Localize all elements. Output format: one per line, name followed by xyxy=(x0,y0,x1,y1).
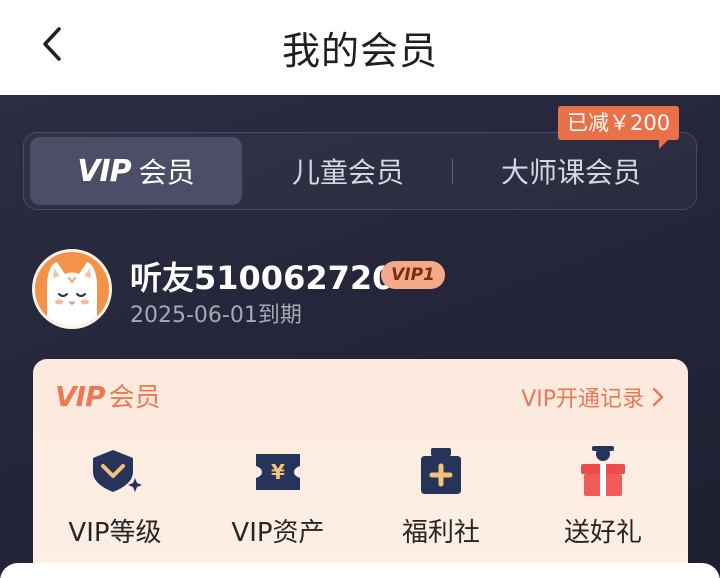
feature-label: VIP等级 xyxy=(68,518,162,548)
tab-vip-member[interactable]: VIP 会员 xyxy=(30,137,242,205)
feature-label: VIP资产 xyxy=(231,518,325,548)
vip-level-badge: VIP1 xyxy=(381,261,445,289)
page-title: 我的会员 xyxy=(281,29,438,73)
svg-text:¥: ¥ xyxy=(271,460,285,484)
avatar[interactable] xyxy=(32,249,112,329)
feature-vip-assets[interactable]: ¥ VIP资产 xyxy=(208,444,348,549)
card-title-label: 会员 xyxy=(108,383,161,413)
feature-send-gift[interactable]: 送好礼 xyxy=(533,444,673,549)
vip-wordmark: VIP xyxy=(55,380,106,413)
feature-label: 福利社 xyxy=(401,518,480,548)
membership-tabs: VIP 会员 儿童会员 大师课会员 xyxy=(23,132,697,210)
records-link-label: VIP开通记录 xyxy=(521,387,644,412)
feature-label: 送好礼 xyxy=(563,518,642,548)
tab-label: 会员 xyxy=(138,156,195,189)
top-bar: 我的会员 xyxy=(0,0,720,95)
expiry-date: 2025-06-01到期 xyxy=(130,303,302,328)
vip-benefits-card: VIP 会员 VIP开通记录 VIP等级 ¥ VIP资产 福利社 送好礼 xyxy=(33,359,688,578)
feature-vip-level[interactable]: VIP等级 xyxy=(45,444,185,549)
feature-welfare[interactable]: 福利社 xyxy=(371,444,511,549)
gift-icon xyxy=(581,446,625,496)
vip-level-icon xyxy=(93,450,142,492)
tab-divider xyxy=(452,158,453,184)
vip-wordmark: VIP xyxy=(77,153,131,189)
discount-badge: 已减￥200 xyxy=(558,106,680,149)
welfare-icon xyxy=(421,448,461,494)
bottom-sheet-edge xyxy=(0,563,720,578)
card-title: VIP 会员 xyxy=(55,377,161,414)
chevron-right-icon xyxy=(652,387,664,407)
cat-avatar-icon xyxy=(47,262,97,326)
username: 听友510062720 xyxy=(130,259,395,297)
tab-kids-member[interactable]: 儿童会员 xyxy=(242,137,454,205)
vip-records-link[interactable]: VIP开通记录 xyxy=(521,381,666,413)
vip-assets-icon: ¥ xyxy=(256,454,300,490)
tab-masterclass-member[interactable]: 大师课会员 xyxy=(460,137,682,205)
membership-panel: VIP 会员 儿童会员 大师课会员 已减￥200 听友510062720 VIP… xyxy=(0,95,720,578)
